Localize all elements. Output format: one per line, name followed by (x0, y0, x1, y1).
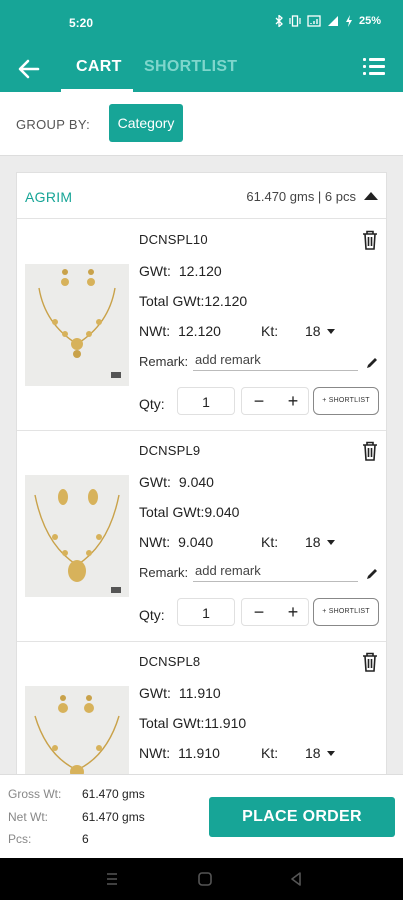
remark-label: Remark: (139, 565, 189, 580)
cart-item: DCNSPL9 GWt: 9.040 Total GWt:9.040 NWt: 9.… (17, 431, 386, 642)
delete-icon[interactable] (362, 441, 378, 461)
collapse-caret-icon[interactable] (364, 192, 378, 200)
chevron-down-icon[interactable] (327, 751, 335, 756)
group-summary: 61.470 gms | 6 pcs (246, 189, 356, 204)
total-gross-weight-row: Total GWt:12.120 (139, 293, 248, 309)
order-summary-footer: Gross Wt: 61.470 gms Net Wt: 61.470 gms … (0, 774, 403, 858)
remark-input[interactable] (193, 349, 358, 371)
qty-label: Qty: (139, 396, 165, 412)
product-code: DCNSPL10 (139, 232, 208, 247)
back-nav-icon[interactable] (288, 871, 304, 887)
group-header[interactable]: AGRIM 61.470 gms | 6 pcs (17, 173, 386, 219)
edit-icon[interactable] (366, 568, 378, 580)
remark-input[interactable] (193, 560, 358, 582)
gross-weight-value: 61.470 gms (82, 787, 145, 801)
net-weight-label: Net Wt: (8, 810, 49, 824)
net-weight-row: NWt: 12.120 (139, 323, 221, 339)
status-time: 5:20 (69, 16, 94, 30)
product-image (25, 686, 129, 781)
tab-cart[interactable]: CART (76, 58, 122, 76)
net-weight-value: 61.470 gms (82, 810, 145, 824)
gross-weight-label: Gross Wt: (8, 787, 62, 801)
group-name: AGRIM (25, 189, 73, 205)
delete-icon[interactable] (362, 230, 378, 250)
decrement-button[interactable]: − (242, 388, 276, 416)
remark-label: Remark: (139, 354, 189, 369)
pieces-label: Pcs: (8, 832, 32, 846)
system-navigation-bar (0, 858, 403, 900)
decrement-button[interactable]: − (242, 599, 276, 627)
battery-icon (345, 15, 352, 27)
chevron-down-icon[interactable] (327, 540, 335, 545)
chevron-down-icon[interactable] (327, 329, 335, 334)
back-button[interactable] (18, 54, 48, 84)
place-order-button[interactable]: PLACE ORDER (209, 797, 395, 837)
tab-shortlist[interactable]: SHORTLIST (144, 58, 237, 76)
arrow-left-icon (18, 59, 40, 79)
battery-percent: 25% (358, 15, 381, 27)
gross-weight-row: GWt: 11.910 (139, 685, 221, 701)
group-by-category-button[interactable]: Category (109, 104, 183, 142)
edit-icon[interactable] (366, 357, 378, 369)
total-gross-weight-row: Total GWt:9.040 (139, 504, 240, 520)
karat-label: Kt: (261, 534, 279, 550)
add-to-shortlist-button[interactable]: + SHORTLIST (313, 598, 379, 626)
status-icons: 25% (275, 15, 381, 27)
gross-weight-row: GWt: 9.040 (139, 474, 214, 490)
add-to-shortlist-button[interactable]: + SHORTLIST (313, 387, 379, 415)
net-weight-row: NWt: 9.040 (139, 534, 214, 550)
net-weight-row: NWt: 11.910 (139, 745, 220, 761)
cart-item: DCNSPL8 GWt: 11.910 Total GWt:11.910 NWt:… (17, 642, 386, 781)
total-gross-weight-row: Total GWt:11.910 (139, 715, 247, 731)
karat-label: Kt: (261, 745, 279, 761)
wifi-icon (307, 15, 321, 27)
karat-label: Kt: (261, 323, 279, 339)
group-by-bar: GROUP BY: Category (0, 92, 403, 156)
group-by-label: GROUP BY: (16, 117, 90, 132)
increment-button[interactable]: + (276, 599, 310, 627)
gross-weight-row: GWt: 12.120 (139, 263, 222, 279)
pieces-value: 6 (82, 832, 89, 846)
qty-input[interactable]: 1 (177, 598, 235, 626)
list-menu-icon[interactable] (363, 58, 385, 76)
bluetooth-icon (275, 15, 283, 27)
delete-icon[interactable] (362, 652, 378, 672)
karat-select[interactable]: 18 (305, 534, 321, 550)
product-image (25, 264, 129, 386)
status-bar: 5:20 25% (0, 0, 403, 46)
qty-stepper: − + (241, 598, 309, 626)
product-code: DCNSPL8 (139, 654, 201, 669)
top-nav: CART SHORTLIST (0, 46, 403, 92)
cart-item: DCNSPL10 GWt: 12.120 Total GWt:12.120 NWt… (17, 220, 386, 431)
increment-button[interactable]: + (276, 388, 310, 416)
karat-select[interactable]: 18 (305, 323, 321, 339)
product-image (25, 475, 129, 597)
vibrate-icon (289, 15, 301, 27)
cart-group-panel: AGRIM 61.470 gms | 6 pcs DCNSPL10 GWt: 12… (16, 172, 387, 782)
qty-stepper: − + (241, 387, 309, 415)
qty-label: Qty: (139, 607, 165, 623)
qty-input[interactable]: 1 (177, 387, 235, 415)
recent-apps-icon[interactable] (104, 871, 120, 887)
signal-icon (327, 16, 338, 26)
karat-select[interactable]: 18 (305, 745, 321, 761)
home-icon[interactable] (197, 871, 213, 887)
product-code: DCNSPL9 (139, 443, 201, 458)
